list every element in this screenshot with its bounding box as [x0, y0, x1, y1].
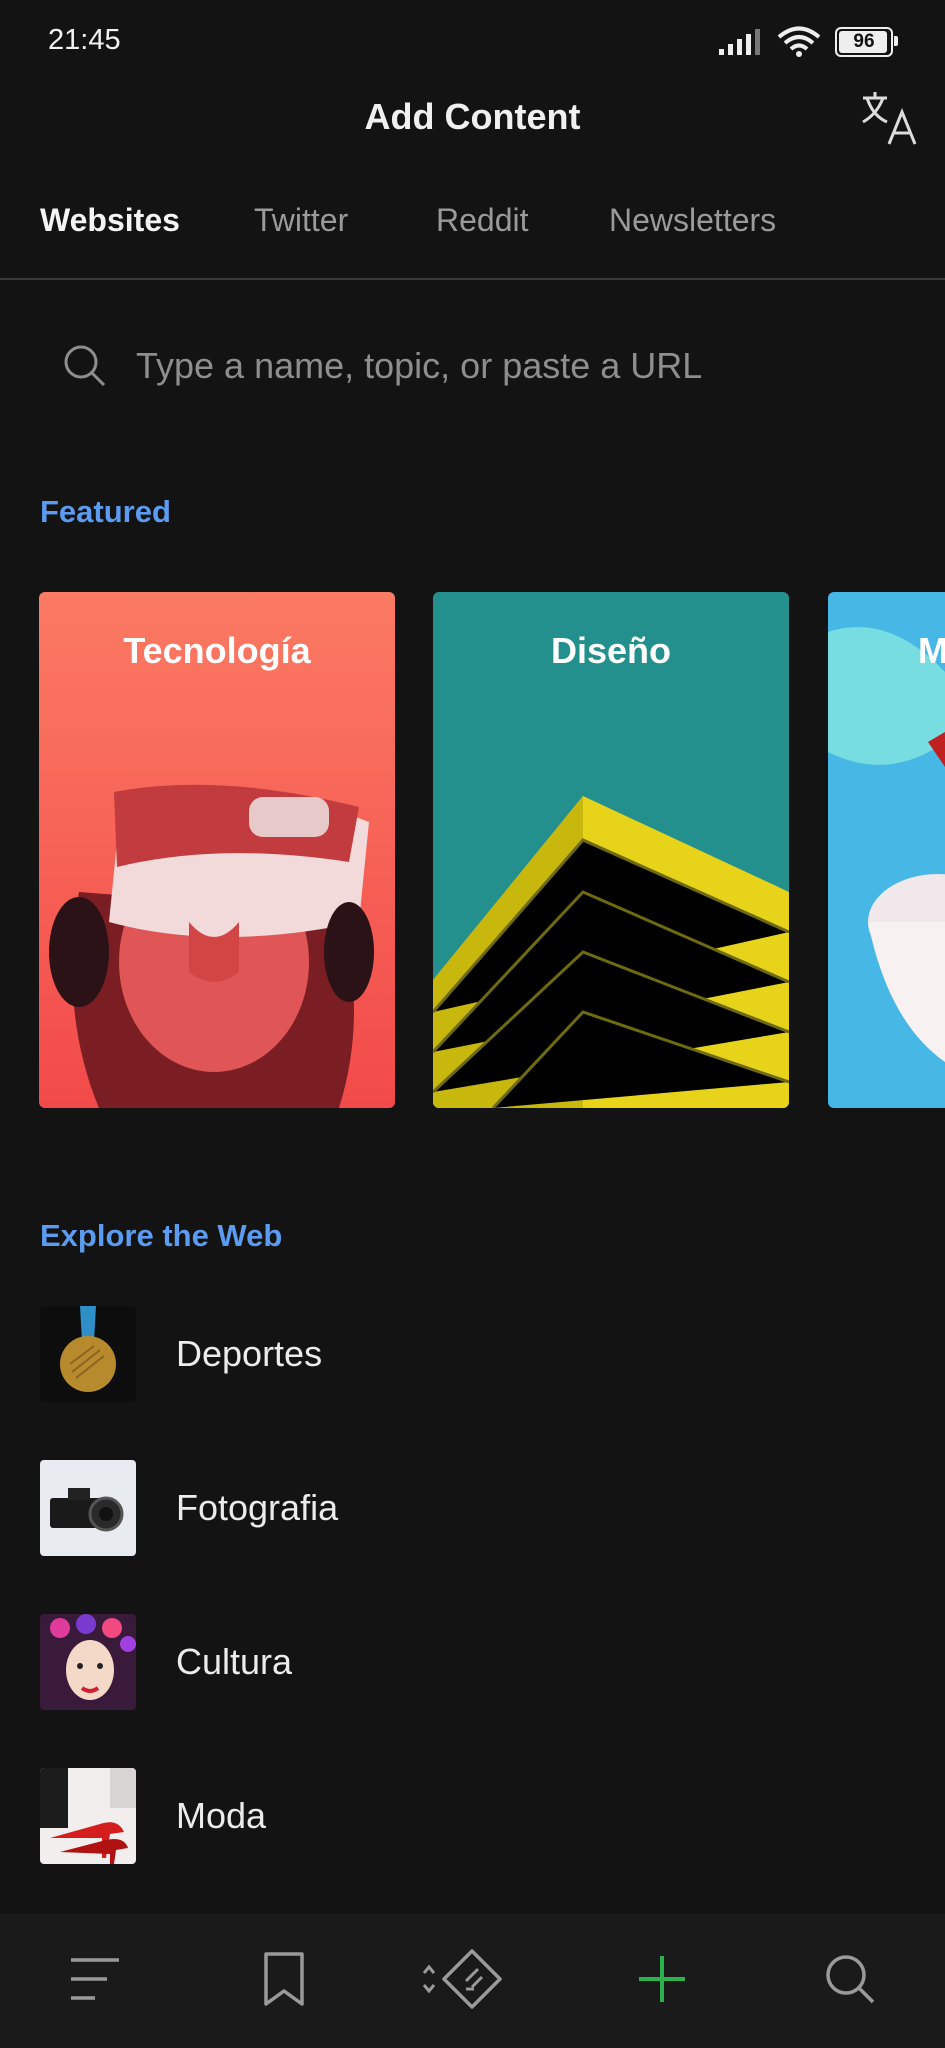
tab-twitter[interactable]: Twitter — [254, 202, 348, 239]
nav-bookmark-button[interactable] — [249, 1944, 319, 2014]
tab-newsletters[interactable]: Newsletters — [609, 202, 776, 239]
search-bar — [40, 318, 905, 414]
source-tabs: Websites Twitter Reddit Newsletters — [0, 198, 945, 280]
featured-card-tecnologia[interactable]: Tecnología — [39, 592, 395, 1108]
culture-thumbnail — [40, 1614, 136, 1710]
battery-icon: 96 — [835, 27, 898, 57]
bottom-nav — [0, 1914, 945, 2048]
heels-thumbnail — [40, 1768, 136, 1864]
list-item-moda[interactable]: Moda — [40, 1768, 905, 1864]
status-icons: 96 — [719, 22, 898, 62]
wifi-icon — [777, 26, 821, 57]
nav-search-button[interactable] — [815, 1944, 885, 2014]
translate-button[interactable] — [857, 86, 921, 150]
add-icon — [639, 1956, 685, 2002]
card-title: Diseño — [550, 630, 672, 671]
featured-card-partial[interactable]: M — [828, 592, 945, 1108]
camera-thumbnail — [40, 1460, 136, 1556]
menu-icon — [71, 1958, 119, 2000]
list-item-label: Cultura — [176, 1641, 293, 1682]
search-icon — [826, 1955, 875, 2004]
battery-level: 96 — [853, 31, 875, 52]
feedly-icon — [422, 1949, 502, 2009]
signal-icon — [719, 29, 760, 55]
list-item-fotografia[interactable]: Fotografia — [40, 1460, 905, 1556]
card-title: Tecnología — [123, 630, 311, 671]
explore-heading: Explore the Web — [40, 1218, 283, 1253]
bookmark-icon — [264, 1952, 304, 2006]
list-item-label: Deportes — [176, 1333, 323, 1374]
featured-heading: Featured — [40, 494, 171, 529]
nav-menu-button[interactable] — [60, 1944, 130, 2014]
nav-add-button[interactable] — [627, 1944, 697, 2014]
search-input[interactable] — [134, 344, 878, 388]
list-item-label: Fotografia — [176, 1487, 339, 1528]
search-icon — [64, 345, 106, 387]
page-title: Add Content — [364, 96, 581, 137]
list-item-label: Moda — [176, 1795, 267, 1836]
featured-card-diseno[interactable]: Diseño — [433, 592, 789, 1108]
medal-thumbnail — [40, 1306, 136, 1402]
tab-reddit[interactable]: Reddit — [436, 202, 529, 239]
list-item-cultura[interactable]: Cultura — [40, 1614, 905, 1710]
tab-websites[interactable]: Websites — [40, 202, 180, 239]
list-item-deportes[interactable]: Deportes — [40, 1306, 905, 1402]
translate-icon — [862, 92, 917, 145]
status-time: 21:45 — [48, 24, 121, 56]
card-title: M — [918, 630, 945, 671]
nav-feedly-button[interactable] — [420, 1944, 510, 2014]
